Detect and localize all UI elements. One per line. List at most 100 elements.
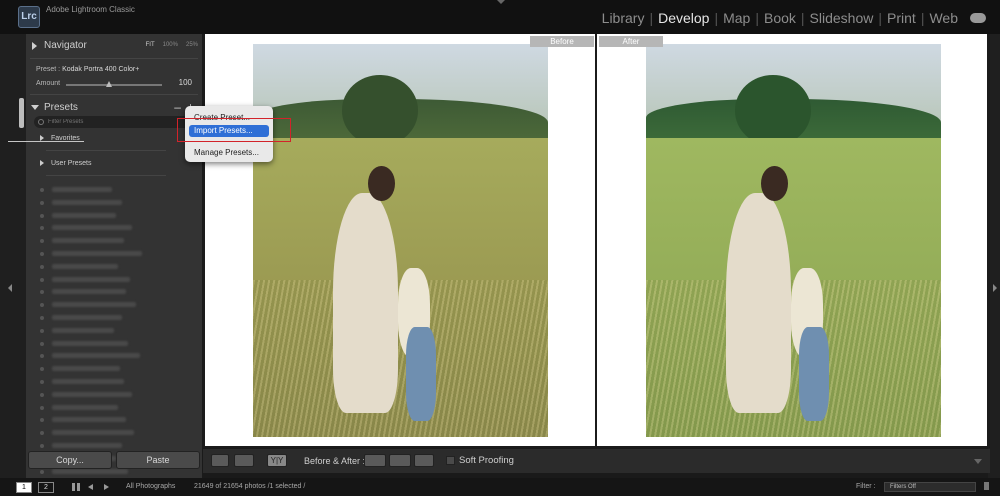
forward-arrow-icon[interactable] (104, 484, 109, 490)
module-book[interactable]: Book (760, 10, 800, 26)
copy-button[interactable]: Copy... (28, 451, 112, 469)
module-web[interactable]: Web (925, 10, 962, 26)
left-panel-scrollbar[interactable] (19, 98, 24, 128)
blurred-preset-item[interactable] (38, 427, 188, 440)
before-after-view: Before After (203, 34, 990, 448)
top-bar: Lrc Adobe Lightroom Classic Library | Dev… (0, 0, 1000, 34)
back-arrow-icon[interactable] (88, 484, 93, 490)
blurred-preset-item[interactable] (38, 414, 188, 427)
amount-value[interactable]: 100 (179, 78, 192, 87)
module-map[interactable]: Map (719, 10, 754, 26)
expand-triangle-icon (32, 42, 37, 50)
remove-preset-button[interactable]: – (174, 100, 181, 114)
amount-slider-track[interactable] (66, 84, 162, 86)
main-screen-button[interactable]: 1 (16, 482, 32, 493)
divider (46, 175, 166, 176)
zoom-fit[interactable]: FIT (146, 42, 155, 48)
presets-title: Presets (44, 102, 78, 113)
search-icon (38, 119, 44, 125)
module-develop[interactable]: Develop (654, 10, 713, 26)
filter-presets-input[interactable] (48, 117, 188, 127)
filter-label: Filter : (856, 483, 876, 490)
navigator-header[interactable]: Navigator FIT 100% 25% (26, 36, 202, 56)
filter-select[interactable]: Filters Off (884, 482, 976, 492)
grid-view-icon[interactable] (72, 483, 80, 491)
blurred-preset-item[interactable] (38, 312, 188, 325)
app-name: Adobe Lightroom Classic (46, 5, 135, 14)
blurred-preset-item[interactable] (38, 402, 188, 415)
zoom-25[interactable]: 25% (186, 42, 198, 48)
amount-slider-thumb[interactable] (106, 81, 113, 87)
blurred-preset-item[interactable] (38, 235, 188, 248)
divider (30, 58, 198, 59)
left-panel: Navigator FIT 100% 25% Preset : Kodak Po… (26, 34, 202, 478)
after-pane: After (597, 34, 987, 446)
before-after-left-right-button[interactable] (234, 454, 254, 467)
blurred-preset-item[interactable] (38, 286, 188, 299)
navigator-zoom-options: FIT 100% 25% (146, 42, 198, 48)
blurred-preset-item[interactable] (38, 299, 188, 312)
preset-group-user-presets[interactable]: User Presets (40, 160, 91, 167)
blurred-preset-item[interactable] (38, 261, 188, 274)
after-photo[interactable] (646, 44, 941, 437)
filmstrip-bar: 1 2 All Photographs 21649 of 21654 photo… (0, 478, 1000, 496)
module-print[interactable]: Print (883, 10, 920, 26)
presets-header[interactable]: Presets – + (26, 98, 202, 118)
blurred-preset-item[interactable] (38, 222, 188, 235)
blurred-preset-item[interactable] (38, 248, 188, 261)
loupe-view-button[interactable] (211, 454, 229, 467)
photo-count: 21649 of 21654 photos /1 selected / (194, 483, 306, 490)
collapse-triangle-icon (31, 105, 39, 110)
zoom-100[interactable]: 100% (163, 42, 178, 48)
module-slideshow[interactable]: Slideshow (806, 10, 878, 26)
after-label: After (599, 36, 663, 47)
amount-label: Amount (36, 80, 61, 87)
left-panel-toggle-icon[interactable] (8, 284, 12, 292)
current-preset: Preset : Kodak Portra 400 Color+ (36, 66, 139, 73)
top-panel-toggle-icon[interactable] (497, 0, 505, 4)
blurred-preset-item[interactable] (38, 274, 188, 287)
copy-after-to-before-button[interactable] (389, 454, 411, 467)
group-label: User Presets (51, 160, 92, 167)
right-panel-toggle-icon[interactable] (993, 284, 997, 292)
blurred-preset-item[interactable] (38, 363, 188, 376)
before-pane: Before (205, 34, 595, 446)
source-label[interactable]: All Photographs (126, 483, 175, 490)
blurred-preset-item[interactable] (38, 325, 188, 338)
annotation-highlight-box (177, 118, 291, 142)
paste-button[interactable]: Paste (116, 451, 200, 469)
second-screen-button[interactable]: 2 (38, 482, 54, 493)
blurred-preset-item[interactable] (38, 389, 188, 402)
before-label: Before (530, 36, 594, 47)
blurred-preset-item[interactable] (38, 350, 188, 363)
module-library[interactable]: Library (598, 10, 649, 26)
module-picker: Library | Develop | Map | Book | Slideshow | … (598, 10, 986, 26)
develop-toolbar: Y|Y Before & After : Soft Proofing (203, 449, 990, 473)
copy-before-to-after-button[interactable] (364, 454, 386, 467)
preset-name: Kodak Portra 400 Color+ (62, 66, 140, 73)
filter-presets-field[interactable] (34, 116, 194, 128)
before-photo[interactable] (253, 44, 548, 437)
divider (46, 150, 166, 151)
navigator-title: Navigator (44, 40, 87, 51)
menu-item-manage-presets[interactable]: Manage Presets... (189, 147, 269, 159)
soft-proofing-checkbox[interactable] (446, 456, 455, 465)
before-after-split-button[interactable]: Y|Y (267, 454, 287, 467)
toolbar-options-icon[interactable] (974, 459, 982, 464)
soft-proofing-label: Soft Proofing (459, 455, 514, 466)
divider (30, 94, 198, 95)
preset-label: Preset : (36, 66, 61, 73)
blurred-preset-item[interactable] (38, 197, 188, 210)
before-after-label: Before & After : (304, 456, 366, 466)
menu-divider (8, 141, 84, 142)
expand-triangle-icon (40, 160, 44, 167)
swap-before-after-button[interactable] (414, 454, 434, 467)
blurred-preset-item[interactable] (38, 376, 188, 389)
blurred-preset-item[interactable] (38, 210, 188, 223)
blurred-preset-item[interactable] (38, 338, 188, 351)
lock-icon[interactable] (984, 482, 989, 490)
blurred-preset-item[interactable] (38, 184, 188, 197)
cloud-sync-icon[interactable] (970, 13, 986, 23)
lightroom-logo: Lrc (18, 6, 40, 28)
blurred-preset-list (38, 184, 188, 478)
